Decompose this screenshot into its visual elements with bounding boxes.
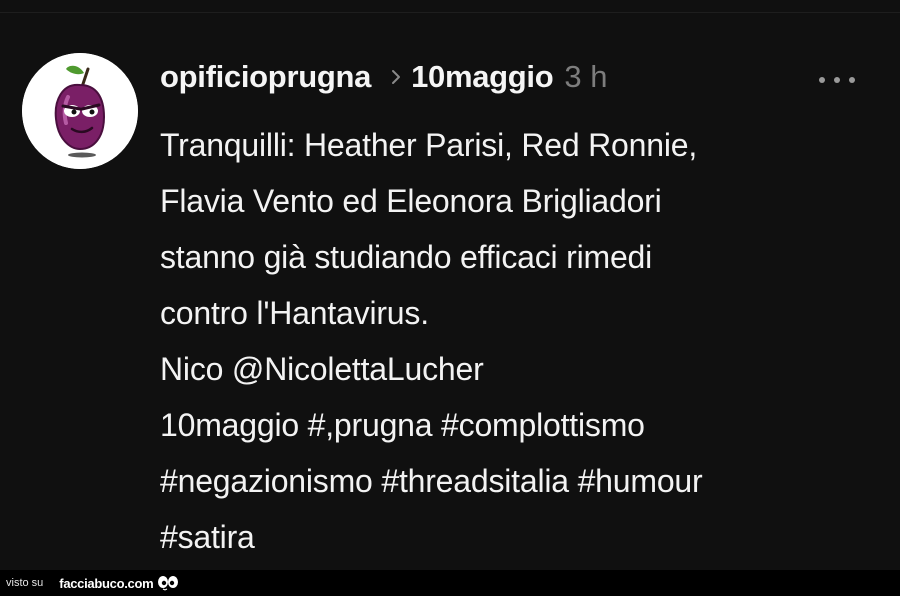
post-text-line: Flavia Vento ed Eleonora Brigliadori	[160, 183, 662, 219]
post-header: opificioprugna 10maggio 3 h	[160, 55, 607, 99]
watermark-prefix: visto su	[6, 577, 44, 589]
username-link[interactable]: opificioprugna	[160, 59, 371, 95]
post-text-line: #negazionismo #threadsitalia #humour	[160, 463, 703, 499]
post-text-line: contro l'Hantavirus.	[160, 295, 429, 331]
top-divider	[0, 12, 900, 13]
watermark-site: facciabuco.com	[59, 575, 154, 591]
topic-link[interactable]: 10maggio	[411, 59, 554, 95]
post-text-line: Tranquilli: Heather Parisi, Red Ronnie,	[160, 127, 698, 163]
post-text-line: stanno già studiando efficaci rimedi	[160, 239, 653, 275]
watermark-bar: visto su facciabuco.com	[0, 570, 900, 596]
post-timestamp: 3 h	[564, 59, 608, 94]
post-text-line: 10maggio #,prugna #complottismo	[160, 407, 645, 443]
profile-avatar[interactable]	[22, 53, 138, 169]
plum-character-avatar-icon	[22, 53, 138, 169]
post-text-line: #satira	[160, 519, 255, 555]
more-options-icon[interactable]	[818, 72, 858, 83]
post-text-line: Nico @NicolettaLucher	[160, 351, 484, 387]
chevron-right-icon	[391, 69, 401, 85]
eyes-icon	[157, 575, 179, 591]
post-body: Tranquilli: Heather Parisi, Red Ronnie, …	[160, 117, 880, 565]
